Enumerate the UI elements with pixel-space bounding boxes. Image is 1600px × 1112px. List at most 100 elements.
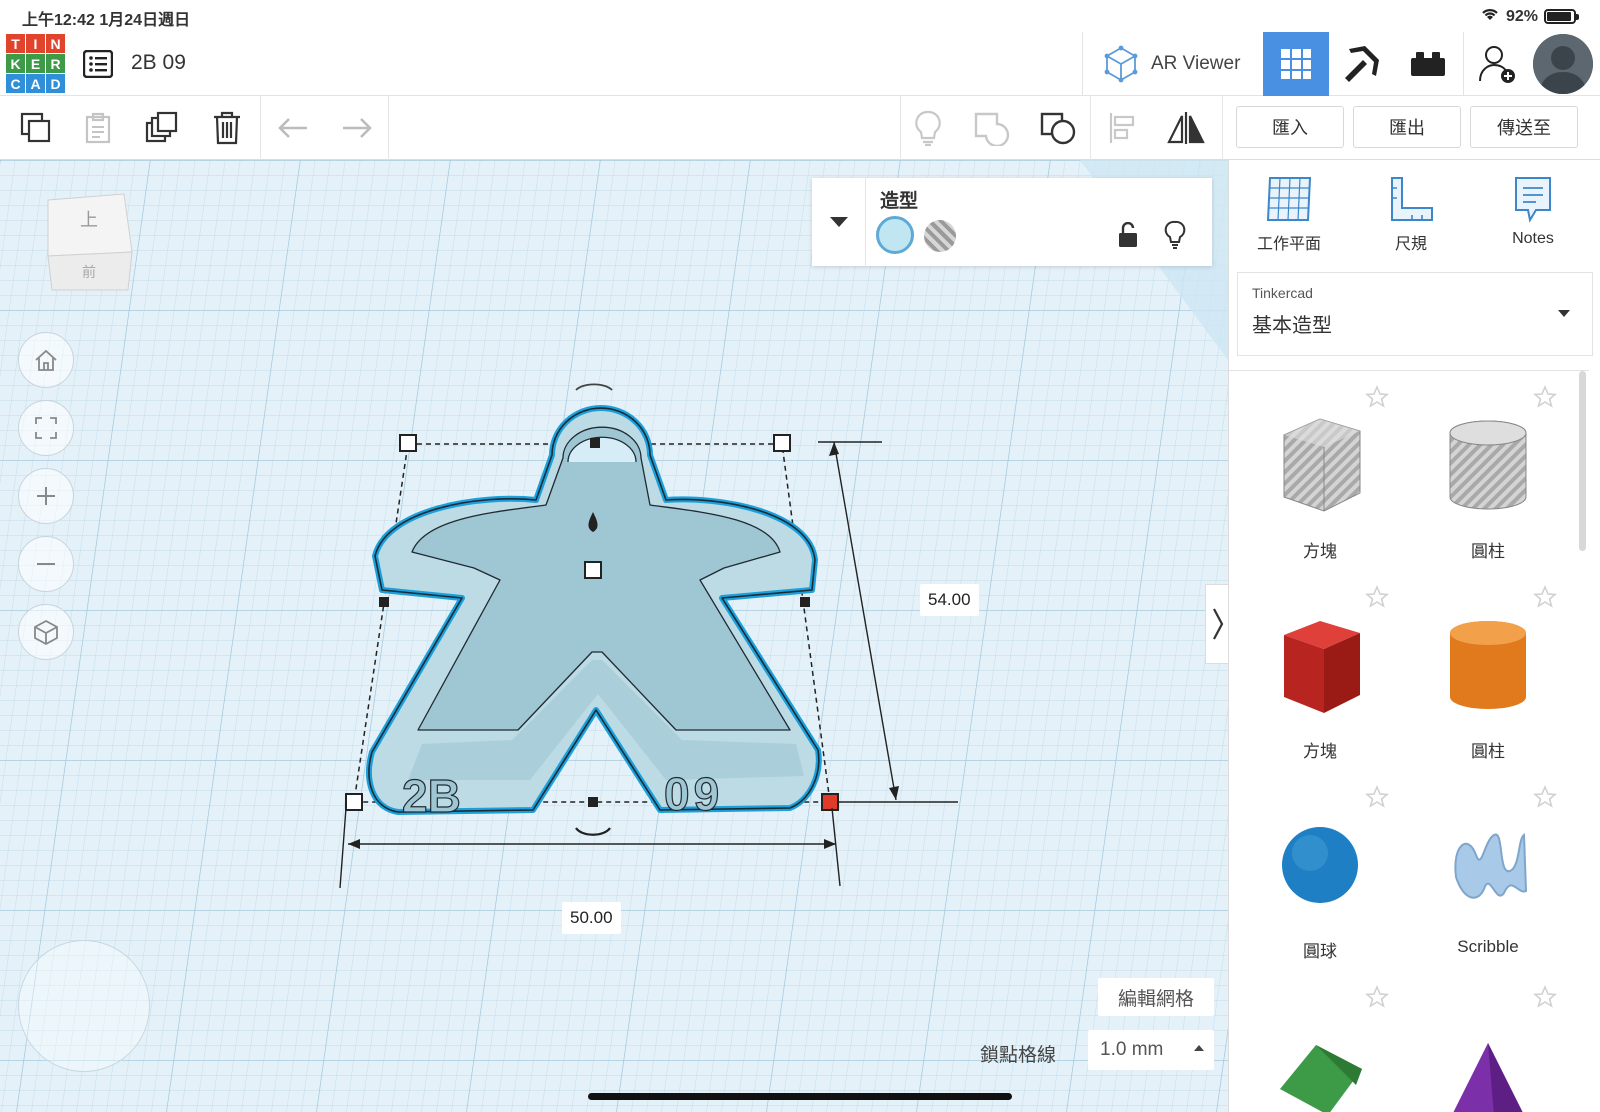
design-title[interactable]: 2B 09 (131, 51, 186, 75)
workplane-tool-label: 工作平面 (1256, 236, 1321, 253)
align-button[interactable] (1100, 104, 1148, 152)
notes-tool-label: Notes (1512, 230, 1554, 247)
ar-viewer-button[interactable]: AR Viewer (1082, 32, 1262, 96)
redo-icon (343, 118, 372, 138)
plus-icon (37, 487, 55, 505)
shape-label: 圓球 (1303, 942, 1337, 961)
delete-button[interactable] (203, 104, 251, 152)
home-indicator[interactable] (588, 1093, 1012, 1100)
green-roof-thumbnail (1280, 1045, 1362, 1112)
ar-cube-icon (1104, 45, 1138, 83)
shape-box-hole[interactable]: 方塊 (1237, 381, 1403, 581)
duplicate-button[interactable] (138, 104, 186, 152)
box-hole-thumbnail (1283, 418, 1361, 512)
tinkercad-logo[interactable]: T I N K E R C A D (6, 34, 65, 93)
collapse-panel-button[interactable] (1205, 584, 1229, 664)
shape-label: 方塊 (1303, 542, 1337, 561)
logo-letter: R (46, 54, 65, 73)
send-to-button[interactable]: 傳送至 (1470, 106, 1578, 148)
workplane-icon (1266, 177, 1312, 221)
library-name: 基本造型 (1252, 315, 1332, 337)
workplane-grid[interactable]: 2B 09 (0, 160, 1228, 1112)
shape-inspector: 造型 (812, 178, 1212, 266)
align-icon (1109, 113, 1135, 143)
lock-icon[interactable] (1118, 221, 1138, 253)
grid-icon (1281, 49, 1311, 79)
workplane-tool[interactable]: 工作平面 (1239, 174, 1339, 254)
logo-letter: T (6, 34, 25, 53)
ungroup-button[interactable] (1034, 104, 1082, 152)
collapse-inspector-button[interactable] (812, 178, 866, 266)
shape-library-select[interactable]: Tinkercad 基本造型 (1237, 272, 1593, 356)
orbit-joystick[interactable] (18, 940, 150, 1072)
shape-cylinder[interactable]: 圓柱 (1405, 581, 1571, 781)
shape-roof[interactable] (1237, 981, 1403, 1112)
model-text-left: 2B (402, 770, 461, 822)
shapes-scrollbar[interactable] (1579, 371, 1586, 551)
projection-button[interactable] (18, 604, 74, 660)
status-bar: 上午12:42 1月24日週日 92% (0, 0, 1600, 32)
group-icon (974, 112, 1010, 146)
battery-percent: 92% (1505, 7, 1538, 25)
shape-label: 方塊 (1303, 742, 1337, 761)
user-avatar[interactable] (1533, 34, 1593, 94)
paste-button[interactable] (74, 104, 122, 152)
mirror-button[interactable] (1162, 104, 1210, 152)
view-cube[interactable]: 上 前 (42, 192, 134, 294)
3d-design-tab[interactable] (1263, 32, 1329, 96)
home-view-button[interactable] (18, 332, 74, 388)
scribble-thumbnail (1454, 833, 1528, 899)
top-nav: T I N K E R C A D 2B 09 AR Viewer (0, 32, 1600, 96)
list-icon (83, 50, 113, 78)
chevron-down-icon (1558, 310, 1570, 317)
cube-perspective-icon (34, 619, 58, 646)
zoom-out-button[interactable] (18, 536, 74, 592)
duplicate-icon (145, 111, 178, 143)
view-cube-top-face[interactable]: 上 (80, 206, 98, 232)
handle-top-left (399, 434, 417, 452)
export-button[interactable]: 匯出 (1353, 106, 1461, 148)
undo-button[interactable] (270, 104, 318, 152)
copy-button[interactable] (12, 104, 60, 152)
group-button[interactable] (968, 104, 1016, 152)
logo-letter: K (6, 54, 25, 73)
visibility-lightbulb-icon[interactable] (1164, 220, 1186, 255)
height-dimension-label[interactable]: 54.00 (920, 584, 979, 616)
hole-swatch[interactable] (924, 220, 956, 252)
handle-bottom-right (821, 793, 839, 811)
shape-sphere[interactable]: 圓球 (1237, 781, 1403, 981)
snap-grid-value: 1.0 mm (1100, 1039, 1164, 1060)
copy-icon (20, 112, 51, 143)
inspector-title: 造型 (880, 191, 919, 212)
workplane[interactable]: 2B 09 上 前 造型 54.00 50.00 編輯網格 鎖點格線 1.0 m… (0, 160, 1228, 1112)
redo-button[interactable] (332, 104, 380, 152)
notes-tool[interactable]: Notes (1483, 174, 1583, 248)
ruler-tool[interactable]: 尺規 (1361, 174, 1461, 254)
minus-icon (37, 563, 55, 565)
snap-grid-label: 鎖點格線 (980, 1045, 1057, 1066)
edit-grid-button[interactable]: 編輯網格 (1098, 978, 1214, 1016)
toggle-visibility-button[interactable] (904, 104, 952, 152)
minecraft-tab[interactable] (1329, 32, 1395, 96)
design-list-button[interactable] (80, 46, 116, 82)
shape-scribble[interactable]: Scribble (1405, 781, 1571, 981)
logo-letter: A (26, 74, 45, 93)
solid-color-swatch[interactable] (876, 216, 914, 254)
snap-grid-select[interactable]: 1.0 mm (1088, 1030, 1214, 1070)
width-dimension-label[interactable]: 50.00 (562, 902, 621, 934)
invite-user-button[interactable] (1463, 32, 1529, 96)
ruler-tool-label: 尺規 (1394, 236, 1427, 253)
zoom-in-button[interactable] (18, 468, 74, 524)
fit-view-button[interactable] (18, 400, 74, 456)
chevron-right-icon (1212, 608, 1223, 640)
view-cube-front-face[interactable]: 前 (82, 262, 96, 282)
import-button[interactable]: 匯入 (1236, 106, 1344, 148)
paste-icon (85, 112, 111, 144)
shape-cylinder-hole[interactable]: 圓柱 (1405, 381, 1571, 581)
tinkercad-app: 上午12:42 1月24日週日 92% T I N K E R C A D 2B… (0, 0, 1600, 1112)
lego-bricks-tab[interactable] (1395, 32, 1461, 96)
shape-box[interactable]: 方塊 (1237, 581, 1403, 781)
height-handle (584, 561, 602, 579)
shape-cone[interactable] (1405, 981, 1571, 1112)
orange-cylinder-thumbnail (1450, 621, 1526, 709)
